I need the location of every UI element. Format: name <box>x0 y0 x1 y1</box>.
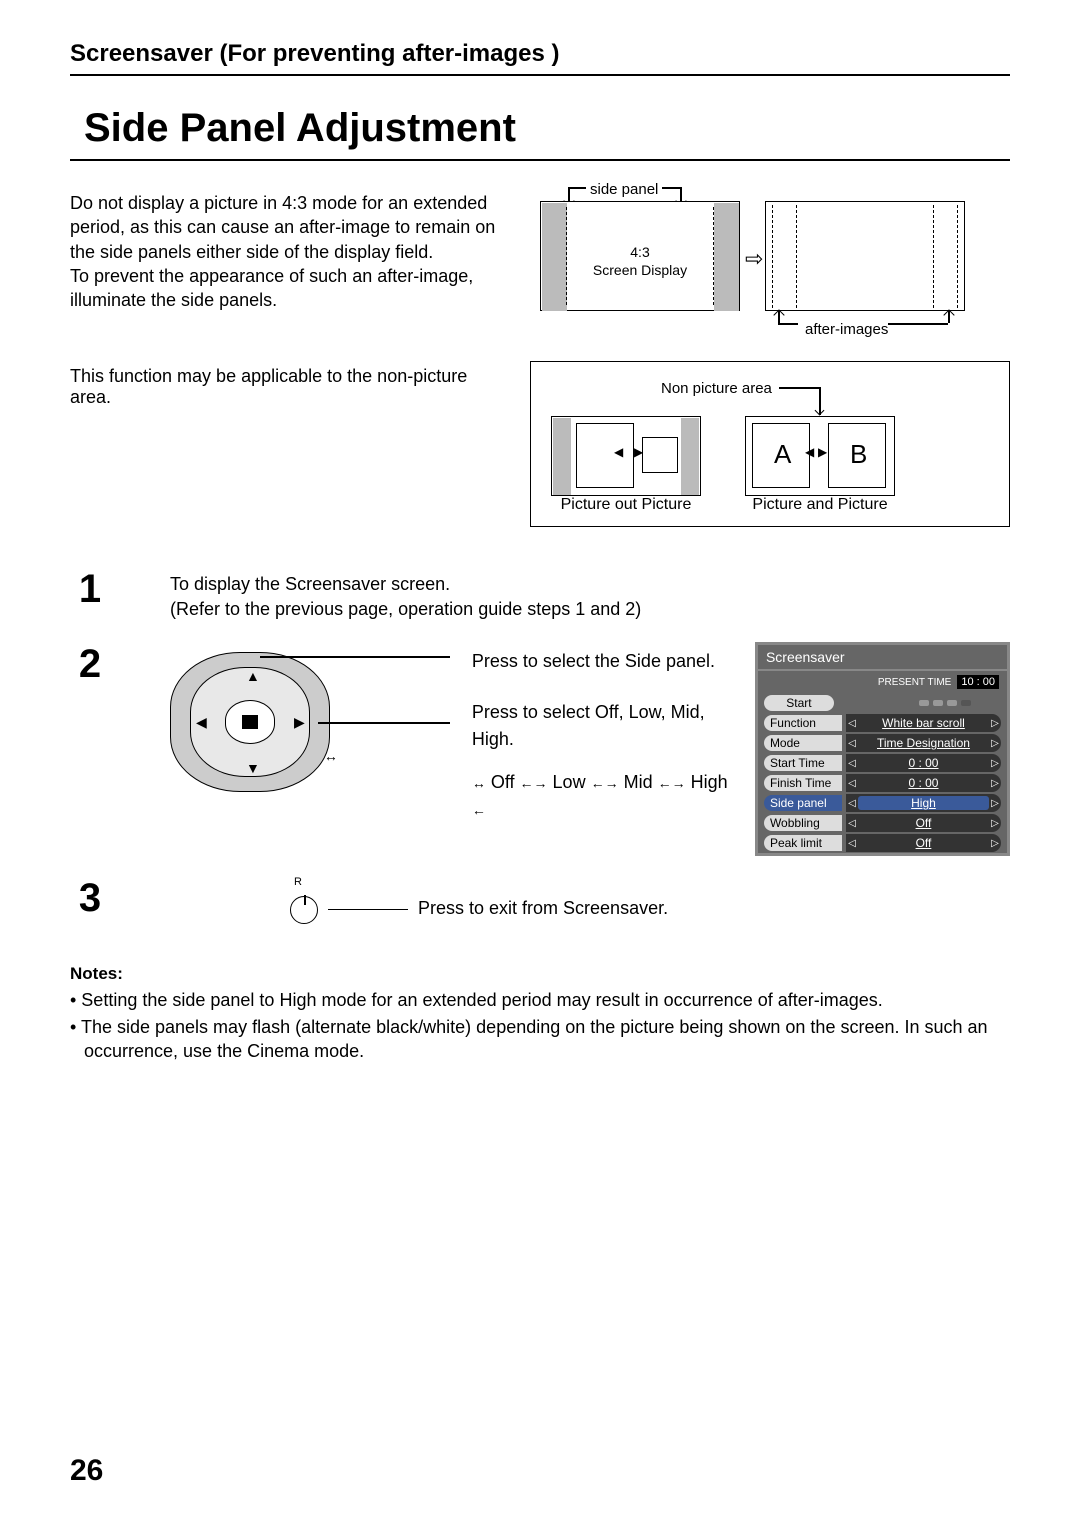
present-time-label: PRESENT TIME <box>878 677 952 688</box>
display-label: Screen Display <box>593 262 687 278</box>
ratio-label: 4:3 <box>630 244 649 260</box>
pop-caption: Picture out Picture <box>551 496 701 514</box>
dashed-panel <box>772 205 797 308</box>
triangle-right-icon[interactable]: ▷ <box>989 798 1001 809</box>
osd-start-button[interactable]: Start <box>764 695 834 711</box>
osd-row-label: Peak limit <box>764 835 842 851</box>
triangle-left-icon[interactable]: ◁ <box>846 738 858 749</box>
osd-row[interactable]: Finish Time ◁0 : 00▷ <box>758 773 1007 793</box>
osd-row[interactable]: Wobbling ◁Off▷ <box>758 813 1007 833</box>
after-images-label: after-images <box>805 321 888 338</box>
progress-dot <box>933 700 943 706</box>
osd-row-label: Side panel <box>764 795 842 811</box>
osd-title: Screensaver <box>758 645 1007 671</box>
osd-row-value: 0 : 00 <box>858 756 989 770</box>
osd-row[interactable]: Side panel ◁High▷ <box>758 793 1007 813</box>
osd-row-label: Function <box>764 715 842 731</box>
triangle-right-icon[interactable]: ▷ <box>989 758 1001 769</box>
gray-side-panel <box>542 203 567 311</box>
progress-dot <box>919 700 929 706</box>
non-picture-diagram: Non picture area ◀ ▶ A B ◀ <box>530 361 1010 527</box>
osd-row-value: Off <box>858 836 989 850</box>
triangle-left-icon[interactable]: ◁ <box>846 758 858 769</box>
r-button-icon <box>290 896 318 924</box>
triangle-left-icon[interactable]: ◁ <box>846 778 858 789</box>
step-number: 2 <box>70 642 110 856</box>
leader-line <box>328 909 408 911</box>
gray-side-panel <box>714 203 739 311</box>
progress-dot <box>961 700 971 706</box>
letter-a: A <box>774 439 791 470</box>
triangle-right-icon[interactable]: ▷ <box>989 818 1001 829</box>
arrow-right-icon: ⇨ <box>745 246 763 272</box>
pop-box: ◀ ▶ <box>551 416 701 496</box>
triangle-right-icon[interactable]: ▷ <box>989 838 1001 849</box>
osd-row-label: Wobbling <box>764 815 842 831</box>
osd-row-value: Time Designation <box>858 736 989 750</box>
note-item: • The side panels may flash (alternate b… <box>70 1015 1010 1064</box>
present-time-value: 10 : 00 <box>957 675 999 689</box>
title-rule <box>70 159 1010 161</box>
pap-caption: Picture and Picture <box>745 496 895 514</box>
notes-heading: Notes: <box>70 964 1010 984</box>
osd-row-value: Off <box>858 816 989 830</box>
osd-row-value: High <box>858 796 989 810</box>
dashed-panel <box>933 205 958 308</box>
step2-cycle: ↔ Off ←→ Low ←→ Mid ←→ High ← <box>472 769 741 823</box>
triangle-left-icon[interactable]: ◁ <box>846 798 858 809</box>
osd-row-value: 0 : 00 <box>858 776 989 790</box>
page-number: 26 <box>70 1454 103 1488</box>
arrow-up-icon <box>773 309 784 320</box>
osd-row-label: Mode <box>764 735 842 751</box>
osd-row[interactable]: Peak limit ◁Off▷ <box>758 833 1007 853</box>
non-picture-label: Non picture area <box>661 380 772 397</box>
letter-b: B <box>850 439 867 470</box>
progress-dot <box>947 700 957 706</box>
triangle-left-icon[interactable]: ◁ <box>846 718 858 729</box>
triangle-left-icon[interactable]: ◁ <box>846 838 858 849</box>
page-title: Side Panel Adjustment <box>84 106 1010 151</box>
gray-stripe <box>553 418 571 495</box>
osd-row-label: Finish Time <box>764 775 842 791</box>
function-note: This function may be applicable to the n… <box>70 361 510 527</box>
screen-display-label: 4:3 Screen Display <box>580 243 700 279</box>
remote-dpad-icon: ▲ ▼ ◀ ▶ <box>170 652 324 802</box>
section-header: Screensaver (For preventing after-images… <box>70 40 1010 76</box>
step3-text: Press to exit from Screensaver. <box>418 898 668 919</box>
osd-row[interactable]: Function ◁White bar scroll▷ <box>758 713 1007 733</box>
side-panel-diagram: side panel 4:3 Screen Display ⇨ <box>530 191 1010 341</box>
step2-instruction1: Press to select the Side panel. <box>472 648 741 675</box>
r-button-label: R <box>294 876 318 888</box>
osd-row[interactable]: Mode ◁Time Designation▷ <box>758 733 1007 753</box>
step-number: 3 <box>70 876 110 924</box>
pap-box: A B ◀ ▶ <box>745 416 895 496</box>
osd-screensaver-panel: Screensaver PRESENT TIME 10 : 00 Start <box>755 642 1010 856</box>
step-number: 1 <box>70 567 110 622</box>
osd-row-value: White bar scroll <box>858 716 989 730</box>
side-panel-label: side panel <box>590 181 658 198</box>
osd-row-label: Start Time <box>764 755 842 771</box>
gray-stripe <box>681 418 699 495</box>
note-item: • Setting the side panel to High mode fo… <box>70 988 1010 1012</box>
step2-instruction2: Press to select Off, Low, Mid, High. <box>472 699 741 753</box>
triangle-right-icon[interactable]: ▷ <box>989 718 1001 729</box>
intro-paragraph: Do not display a picture in 4:3 mode for… <box>70 191 510 341</box>
osd-row[interactable]: Start Time ◁0 : 00▷ <box>758 753 1007 773</box>
step1-line2: (Refer to the previous page, operation g… <box>170 597 641 622</box>
triangle-right-icon[interactable]: ▷ <box>989 778 1001 789</box>
triangle-left-icon[interactable]: ◁ <box>846 818 858 829</box>
arrow-up-icon <box>943 309 954 320</box>
arrow-down-icon <box>815 406 825 416</box>
triangle-right-icon[interactable]: ▷ <box>989 738 1001 749</box>
step1-line1: To display the Screensaver screen. <box>170 572 641 597</box>
